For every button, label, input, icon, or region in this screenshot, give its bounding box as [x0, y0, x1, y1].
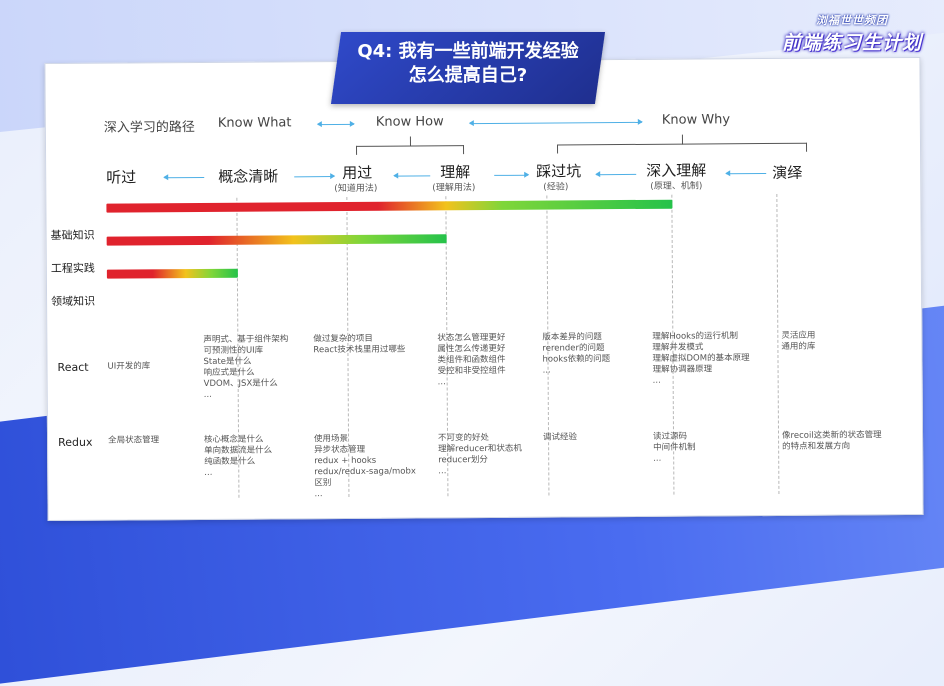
stage-used-sub: (知道用法): [334, 183, 378, 195]
know-how-bracket: [355, 136, 465, 155]
react-cell-concept: 声明式、基于组件架构 可预测性的UI库 State是什么 响应式是什么 VDOM…: [203, 334, 289, 400]
arrow-stage-4: [494, 174, 529, 176]
row-label-react: React: [57, 360, 89, 374]
path-label: 深入学习的路径: [103, 120, 195, 136]
stage-understand-sub: (理解用法): [432, 183, 476, 194]
stage-pitfalls-sub: (经验): [543, 182, 569, 193]
know-how-label: Know How: [375, 114, 444, 130]
category-basic: 基础知识: [50, 228, 95, 243]
react-cell-heard: UI开发的库: [107, 361, 151, 372]
slide-card: 深入学习的路径 Know What Know How Know Why 听过 概…: [44, 56, 924, 522]
logo-title: 前端练习生计划: [781, 32, 922, 54]
react-cell-deduce: 灵活应用 通用的库: [781, 330, 816, 352]
arrow-stage-3: [394, 175, 431, 177]
redux-cell-understand: 不可变的好处 理解reducer和状态机 reducer划分 ...: [438, 432, 522, 477]
react-cell-deep: 理解Hooks的运行机制 理解并发模式 理解虚拟DOM的基本原理 理解协调器原理…: [652, 331, 750, 386]
slide-title: Q4: 我有一些前端开发经验 怎么提高自己?: [336, 40, 600, 88]
progress-bar-top: [106, 199, 673, 213]
category-engineering: 工程实践: [50, 261, 95, 276]
arrow-how-why: [469, 121, 642, 125]
stage-used: 用过: [342, 163, 373, 182]
progress-bar-basic: [106, 234, 447, 246]
redux-cell-deep: 读过源码 中间件机制 ...: [653, 431, 696, 464]
know-why-bracket: [556, 134, 808, 154]
divider-6: [776, 193, 780, 494]
redux-cell-deduce: 像recoil这类新的状态管理 的特点和发展方向: [781, 430, 882, 452]
arrow-stage-5: [596, 173, 637, 176]
know-why-label: Know Why: [661, 112, 731, 128]
row-label-redux: Redux: [58, 435, 93, 449]
arrow-what-how: [317, 123, 354, 126]
progress-bar-engineering: [106, 268, 238, 279]
stage-concept-clear: 概念清晰: [218, 167, 279, 186]
stage-heard: 听过: [106, 168, 137, 187]
arrow-stage-6: [726, 173, 767, 175]
redux-cell-used: 使用场景 异步状态管理 redux + hooks redux/redux-sa…: [314, 433, 416, 500]
stage-deduce: 演绎: [772, 163, 803, 182]
redux-cell-pitfalls: 调试经验: [543, 432, 578, 443]
know-what-label: Know What: [217, 115, 292, 131]
arrow-stage-2: [294, 176, 335, 178]
slide-title-line2: 怎么提高自己?: [408, 65, 528, 86]
react-cell-understand: 状态怎么管理更好 属性怎么传递更好 类组件和函数组件 受控和非受控组件 ...: [437, 332, 506, 388]
stage-pitfalls: 踩过坑: [536, 162, 582, 181]
react-cell-used: 做过复杂的项目 React技术栈里用过哪些: [313, 333, 406, 356]
arrow-stage-1: [164, 176, 205, 179]
brand-logo: 浏福世世频团 前端练习生计划: [758, 10, 928, 56]
category-domain: 领域知识: [51, 294, 96, 309]
stage-deep-understand-sub: (原理、机制): [650, 181, 703, 192]
redux-cell-heard: 全局状态管理: [108, 435, 160, 446]
react-cell-pitfalls: 版本差异的问题 rerender的问题 hooks依赖的问题 ...: [542, 332, 611, 376]
logo-subtitle: 浏福世世频团: [816, 14, 888, 27]
redux-cell-concept: 核心概念是什么 单向数据流是什么 纯函数是什么 ...: [204, 434, 273, 478]
slide-title-line1: Q4: 我有一些前端开发经验: [357, 41, 579, 62]
stage-understand: 理解: [440, 163, 471, 182]
